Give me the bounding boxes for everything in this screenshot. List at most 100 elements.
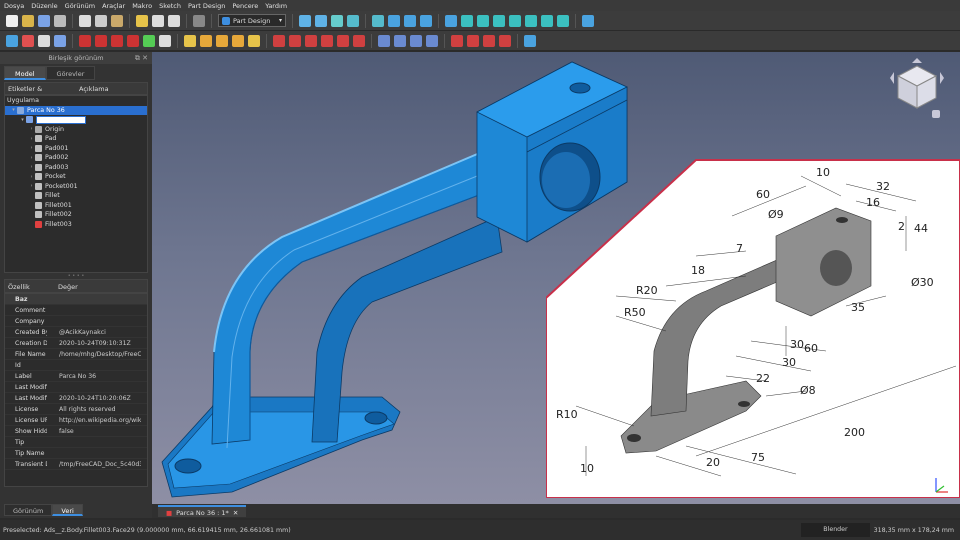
pocket-icon[interactable] [273,34,285,47]
property-value[interactable]: @AcikKaynakci [47,329,141,336]
prop-col-property[interactable]: Özellik [5,280,55,292]
property-row[interactable]: License All rights reserved [5,404,147,415]
undo-icon[interactable] [136,14,148,27]
measure-icon[interactable] [582,14,594,27]
polar-pattern-icon[interactable] [410,34,422,47]
boolean-icon[interactable] [524,34,536,47]
property-value[interactable]: /home/mhg/Desktop/FreeCA... [47,351,141,358]
map-sketch-icon[interactable] [54,34,66,47]
tree-item[interactable]: › Pad003 [5,163,147,173]
property-value[interactable]: /tmp/FreeCAD_Doc_5c40d3a9... [47,461,141,468]
local-cs-icon[interactable] [127,34,139,47]
tree-item[interactable]: › Pad [5,134,147,144]
view-bottom-icon[interactable] [541,14,553,27]
menu-item-2[interactable]: Görünüm [65,2,95,10]
tree-item[interactable]: › Pad001 [5,144,147,154]
mirrored-icon[interactable] [378,34,390,47]
property-row[interactable]: Comment [5,305,147,316]
tab-model[interactable]: Model [4,66,46,80]
create-body-icon[interactable] [6,34,18,47]
property-value[interactable]: Parca No 36 [47,373,141,380]
link-icon[interactable] [420,14,432,27]
close-panel-icon[interactable]: ⧉ ✕ [135,52,148,64]
cut-icon[interactable] [79,14,91,27]
tree-item[interactable]: ▾ Parca No 36 [5,105,147,115]
save-icon[interactable] [38,14,50,27]
tree-item[interactable]: Fillet001 [5,201,147,211]
zoom-icon[interactable] [445,14,457,27]
view-iso-icon[interactable] [461,14,473,27]
whats-this-icon[interactable] [193,14,205,27]
tree-item[interactable]: Fillet002 [5,210,147,220]
redo-icon[interactable] [152,14,164,27]
draft-icon[interactable] [483,34,495,47]
model-tree[interactable]: Uygulama ▾ Parca No 36 ▾ › Origin › Pad › Pad001… [4,95,148,273]
menu-item-3[interactable]: Araçlar [102,2,125,10]
shape-binder-icon[interactable] [143,34,155,47]
sync-view-icon[interactable] [372,14,384,27]
tree-col-labels[interactable]: Etiketler & öznitelikleri [5,83,76,106]
property-row[interactable]: Last Modifi...2020-10-24T10:20:06Z [5,393,147,404]
multi-transform-icon[interactable] [426,34,438,47]
tab-tasks[interactable]: Görevler [45,66,96,80]
expand-arrow-icon[interactable]: ▾ [19,117,26,123]
datum-plane-icon[interactable] [111,34,123,47]
property-row[interactable]: License URLhttp://en.wikipedia.org/wiki/… [5,415,147,426]
property-row[interactable]: Id [5,360,147,371]
expand-arrow-icon[interactable]: › [28,155,35,161]
property-value[interactable]: http://en.wikipedia.org/wiki/A... [47,417,141,424]
expand-arrow-icon[interactable]: ▾ [10,107,17,113]
hole-icon[interactable] [289,34,301,47]
tree-item[interactable]: Fillet003 [5,220,147,230]
property-row[interactable]: Label Parca No 36 [5,371,147,382]
view-rear-icon[interactable] [525,14,537,27]
prop-col-value[interactable]: Değer [55,280,78,292]
additive-box-icon[interactable] [248,34,260,47]
menu-item-6[interactable]: Part Design [188,2,225,10]
validate-sketch-icon[interactable] [38,34,50,47]
property-row[interactable]: File Name/home/mhg/Desktop/FreeCA... [5,349,147,360]
property-editor[interactable]: Baz Comment Company Created By @AcikKaynakci… [4,293,148,487]
subtractive-pipe-icon[interactable] [337,34,349,47]
print-icon[interactable] [54,14,66,27]
nav-back-icon[interactable] [388,14,400,27]
property-row[interactable]: Tip [5,437,147,448]
menu-item-1[interactable]: Düzenle [31,2,57,10]
pad-icon[interactable] [184,34,196,47]
nav-forward-icon[interactable] [404,14,416,27]
property-row[interactable]: Last Modifi... [5,382,147,393]
tree-item[interactable]: Fillet [5,191,147,201]
property-row[interactable]: Baz [5,294,147,305]
tree-item[interactable]: ▾ [5,115,147,125]
3d-viewport[interactable]: 60 10 32 16 Ø9 2 44 7 18 R20 R50 Ø30 35 30 60 30 22 Ø8 R10… [152,52,960,504]
tree-item[interactable]: › Origin [5,125,147,135]
draw-style-icon[interactable] [331,14,343,27]
bounding-box-icon[interactable] [347,14,359,27]
fit-all-icon[interactable] [299,14,311,27]
menu-item-7[interactable]: Pencere [232,2,258,10]
workbench-selector[interactable]: Part Design ▾ [218,14,286,27]
copy-icon[interactable] [95,14,107,27]
chamfer-icon[interactable] [467,34,479,47]
property-row[interactable]: Created By @AcikKaynakci [5,327,147,338]
property-value[interactable]: All rights reserved [47,406,141,413]
close-icon[interactable]: ✕ [233,507,238,517]
navigation-cube[interactable] [888,58,946,120]
property-row[interactable]: Tip Name [5,448,147,459]
clone-icon[interactable] [159,34,171,47]
revolution-icon[interactable] [200,34,212,47]
pipe-icon[interactable] [232,34,244,47]
tab-data[interactable]: Veri [52,504,83,516]
view-front-icon[interactable] [477,14,489,27]
groove-icon[interactable] [305,34,317,47]
property-row[interactable]: Company [5,316,147,327]
property-value[interactable]: 2020-10-24T10:20:06Z [47,395,141,402]
thickness-icon[interactable] [499,34,511,47]
linear-pattern-icon[interactable] [394,34,406,47]
expand-arrow-icon[interactable]: › [28,126,35,132]
datum-line-icon[interactable] [95,34,107,47]
loft-icon[interactable] [216,34,228,47]
tree-item[interactable]: › Pocket [5,172,147,182]
menu-item-8[interactable]: Yardım [265,2,287,10]
fillet-icon[interactable] [451,34,463,47]
